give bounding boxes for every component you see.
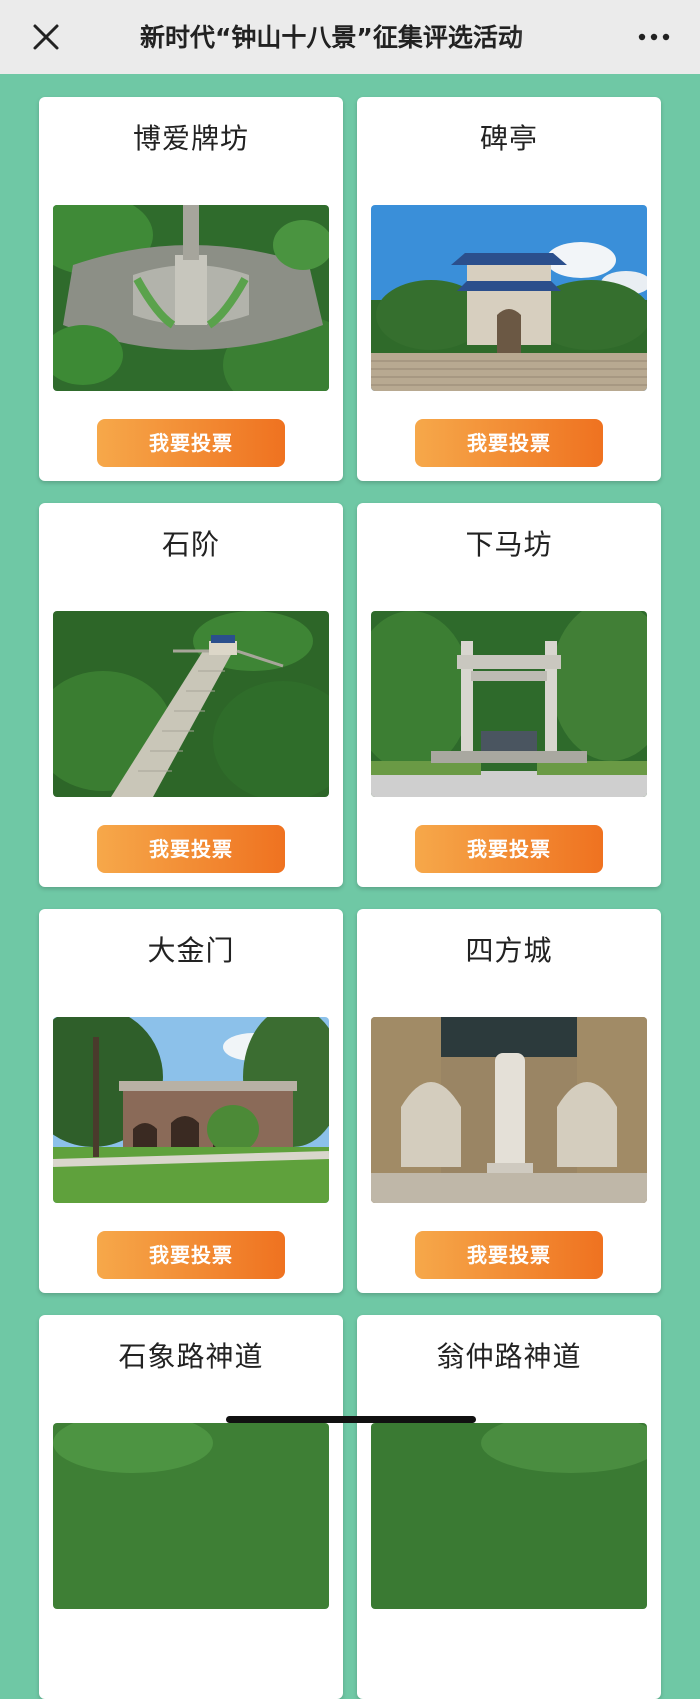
card-title: 大金门 bbox=[147, 934, 235, 967]
scenic-card: 碑亭 我要投票 bbox=[357, 97, 661, 481]
card-title: 石阶 bbox=[161, 528, 220, 561]
scenic-card: 下马坊 我要投票 bbox=[357, 503, 661, 887]
scenic-photo[interactable] bbox=[371, 1017, 647, 1203]
home-indicator[interactable] bbox=[226, 1416, 476, 1423]
card-title: 碑亭 bbox=[479, 122, 538, 155]
vote-button[interactable]: 我要投票 bbox=[415, 419, 603, 467]
scenic-card-grid: 博爱牌坊 我要投票 碑亭 我要投票 石阶 我要投票 下马坊 我要投票 大金门 我… bbox=[0, 74, 700, 1699]
scenic-card: 四方城 我要投票 bbox=[357, 909, 661, 1293]
close-icon bbox=[33, 24, 59, 50]
vote-button[interactable]: 我要投票 bbox=[97, 825, 285, 873]
vote-button[interactable]: 我要投票 bbox=[415, 1231, 603, 1279]
scenic-photo[interactable] bbox=[371, 611, 647, 797]
card-title: 四方城 bbox=[465, 934, 553, 967]
card-title: 翁仲路神道 bbox=[436, 1340, 582, 1373]
scenic-photo[interactable] bbox=[53, 1423, 329, 1609]
card-title: 石象路神道 bbox=[118, 1340, 264, 1373]
scenic-card: 石阶 我要投票 bbox=[39, 503, 343, 887]
scenic-photo[interactable] bbox=[371, 1423, 647, 1609]
more-button[interactable] bbox=[636, 24, 672, 50]
page-title: 新时代“钟山十八景”征集评选活动 bbox=[140, 23, 523, 52]
scenic-photo[interactable] bbox=[371, 205, 647, 391]
top-bar: 新时代“钟山十八景”征集评选活动 bbox=[0, 0, 700, 74]
scenic-card: 博爱牌坊 我要投票 bbox=[39, 97, 343, 481]
vote-button[interactable]: 我要投票 bbox=[97, 419, 285, 467]
scenic-card: 石象路神道 bbox=[39, 1315, 343, 1699]
close-button[interactable] bbox=[28, 19, 64, 55]
card-title: 博爱牌坊 bbox=[132, 122, 249, 155]
scenic-card: 大金门 我要投票 bbox=[39, 909, 343, 1293]
scenic-photo[interactable] bbox=[53, 1017, 329, 1203]
card-title: 下马坊 bbox=[465, 528, 553, 561]
scenic-photo[interactable] bbox=[53, 205, 329, 391]
more-dots-icon bbox=[638, 33, 670, 41]
vote-button[interactable]: 我要投票 bbox=[415, 825, 603, 873]
scenic-card: 翁仲路神道 bbox=[357, 1315, 661, 1699]
scenic-photo[interactable] bbox=[53, 611, 329, 797]
vote-button[interactable]: 我要投票 bbox=[97, 1231, 285, 1279]
